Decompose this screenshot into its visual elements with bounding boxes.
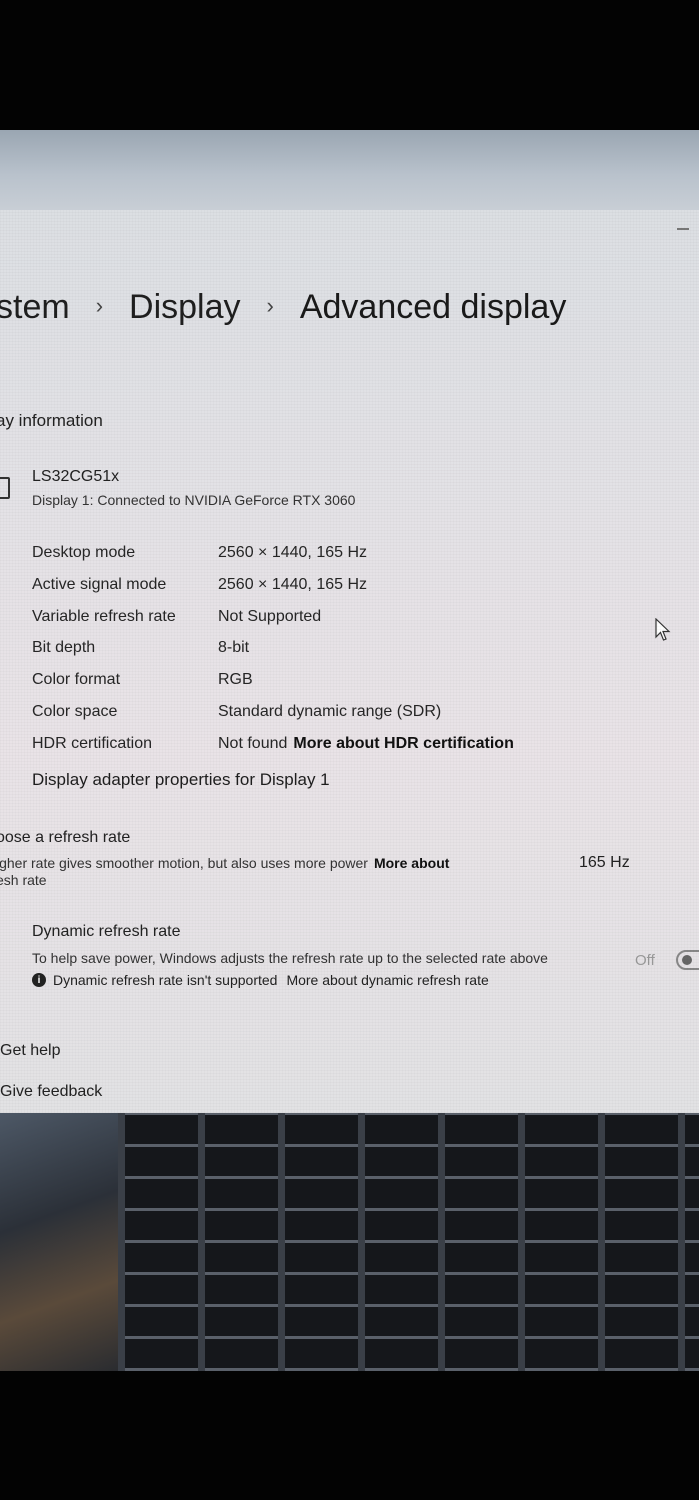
desktop-wallpaper-city (0, 1113, 699, 1371)
display-adapter-properties-link[interactable]: Display adapter properties for Display 1 (32, 770, 330, 790)
info-label: Bit depth (32, 639, 96, 656)
info-value: 2560 × 1440, 165 Hz (218, 544, 368, 561)
info-value: RGB (218, 671, 253, 688)
info-value: 2560 × 1440, 165 Hz (218, 576, 368, 593)
get-help-link[interactable]: Get help (0, 1042, 60, 1060)
info-label: HDR certification (32, 735, 153, 752)
settings-window: stem › Display › Advanced display ay inf… (0, 210, 699, 1113)
dynamic-refresh-rate-title: Dynamic refresh rate (32, 923, 181, 940)
info-label: Desktop mode (32, 544, 136, 561)
info-icon: i (32, 973, 46, 987)
wallpaper-building-grid (118, 1113, 699, 1371)
choose-refresh-rate-title: oose a refresh rate (0, 829, 131, 846)
dynamic-refresh-state-label: Off (635, 952, 655, 969)
toggle-knob (682, 955, 692, 965)
info-label: Color space (32, 703, 118, 720)
refresh-rate-dropdown[interactable]: 165 Hz (579, 854, 630, 872)
breadcrumb-system[interactable]: stem (0, 288, 70, 327)
breadcrumb-display[interactable]: Display (129, 288, 240, 327)
breadcrumb: stem › Display › Advanced display (0, 288, 566, 327)
display-connection: Display 1: Connected to NVIDIA GeForce R… (32, 492, 356, 508)
give-feedback-link[interactable]: Give feedback (0, 1083, 102, 1101)
wallpaper-building-left (0, 1113, 118, 1371)
info-value: Not Supported (218, 608, 322, 625)
info-value: Not found (218, 735, 288, 752)
display-information-heading: ay information (0, 411, 103, 430)
photo-bottom-border (0, 1371, 699, 1500)
info-value: 8-bit (218, 639, 250, 656)
refresh-rate-more-link[interactable]: More about (374, 855, 449, 871)
dynamic-refresh-toggle[interactable] (676, 950, 699, 970)
info-label: Color format (32, 671, 121, 688)
dynamic-refresh-not-supported: Dynamic refresh rate isn't supported (53, 972, 278, 988)
mouse-cursor-icon (655, 618, 671, 641)
dynamic-refresh-more-link[interactable]: More about dynamic refresh rate (286, 972, 488, 988)
refresh-rate-description-text: igher rate gives smoother motion, but al… (0, 855, 368, 871)
minimize-icon[interactable] (677, 228, 689, 230)
chevron-right-icon: › (95, 292, 104, 318)
hdr-certification-link[interactable]: More about HDR certification (293, 735, 513, 752)
monitor-icon (0, 477, 10, 499)
info-label: Active signal mode (32, 576, 167, 593)
desktop-wallpaper-top (0, 130, 699, 212)
refresh-rate-description: igher rate gives smoother motion, but al… (0, 855, 449, 871)
refresh-rate-description-cont: esh rate (0, 872, 47, 888)
photo-top-border (0, 0, 699, 130)
dynamic-refresh-note: i Dynamic refresh rate isn't supported M… (32, 972, 489, 988)
chevron-right-icon: › (266, 292, 274, 318)
dynamic-refresh-rate-description: To help save power, Windows adjusts the … (32, 950, 548, 966)
info-value: Standard dynamic range (SDR) (218, 703, 442, 720)
page-title: Advanced display (299, 288, 567, 326)
info-label: Variable refresh rate (32, 608, 176, 625)
display-name: LS32CG51x (32, 468, 120, 485)
info-value-with-link: Not found More about HDR certification (218, 735, 514, 753)
